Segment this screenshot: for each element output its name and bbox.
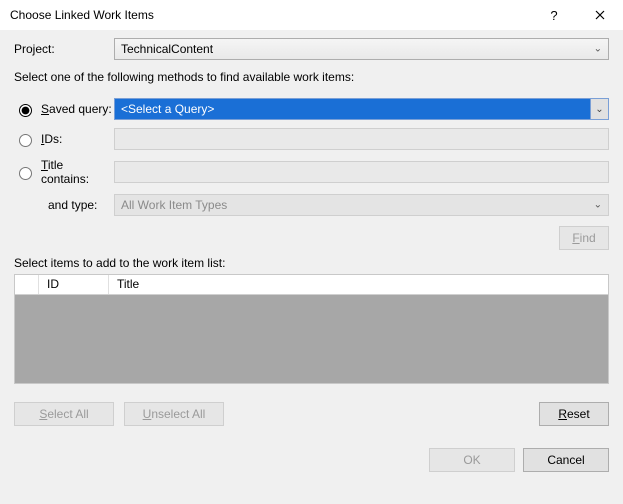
instruction-text: Select one of the following methods to f… — [14, 70, 609, 84]
and-type-value: All Work Item Types — [121, 198, 227, 212]
ok-button[interactable]: OK — [429, 448, 515, 472]
help-button[interactable]: ? — [531, 0, 577, 30]
ids-label: IDs: — [41, 132, 62, 146]
saved-query-row: Saved query: <Select a Query> ⌄ — [14, 98, 609, 120]
project-label: Project: — [14, 42, 114, 56]
grid-col-check[interactable] — [15, 275, 39, 294]
project-combo[interactable]: TechnicalContent ⌄ — [114, 38, 609, 60]
and-type-row: and type: All Work Item Types ⌄ — [14, 194, 609, 216]
results-grid[interactable]: ID Title — [14, 274, 609, 384]
title-contains-row: Title contains: — [14, 158, 609, 186]
chevron-down-icon: ⌄ — [594, 200, 602, 211]
project-row: Project: TechnicalContent ⌄ — [14, 38, 609, 60]
chevron-down-icon: ⌄ — [590, 99, 608, 119]
title-bar: Choose Linked Work Items ? — [0, 0, 623, 30]
title-contains-label: Title contains: — [41, 158, 114, 186]
grid-heading: Select items to add to the work item lis… — [14, 256, 609, 270]
ids-row: IDs: — [14, 128, 609, 150]
chevron-down-icon: ⌄ — [594, 44, 602, 55]
unselect-all-button[interactable]: Unselect All — [124, 402, 224, 426]
grid-header: ID Title — [15, 275, 608, 295]
dialog-content: Project: TechnicalContent ⌄ Select one o… — [0, 30, 623, 426]
reset-button[interactable]: Reset — [539, 402, 609, 426]
ids-radio[interactable] — [19, 134, 32, 147]
grid-col-id[interactable]: ID — [39, 275, 109, 294]
saved-query-combo[interactable]: <Select a Query> ⌄ — [114, 98, 609, 120]
window-title: Choose Linked Work Items — [10, 8, 531, 22]
saved-query-label: Saved query: — [41, 102, 112, 116]
close-icon — [595, 10, 605, 20]
and-type-label: and type: — [14, 198, 114, 212]
title-contains-radio[interactable] — [19, 167, 32, 180]
saved-query-value: <Select a Query> — [121, 102, 214, 116]
select-all-button[interactable]: Select All — [14, 402, 114, 426]
find-button[interactable]: Find — [559, 226, 609, 250]
title-contains-input[interactable] — [114, 161, 609, 183]
ids-input[interactable] — [114, 128, 609, 150]
cancel-button[interactable]: Cancel — [523, 448, 609, 472]
dialog-footer: OK Cancel — [0, 438, 623, 482]
selection-buttons: Select All Unselect All Reset — [14, 402, 609, 426]
grid-col-title[interactable]: Title — [109, 275, 608, 294]
saved-query-radio[interactable] — [19, 104, 32, 117]
close-button[interactable] — [577, 0, 623, 30]
and-type-combo: All Work Item Types ⌄ — [114, 194, 609, 216]
project-value: TechnicalContent — [121, 42, 213, 56]
